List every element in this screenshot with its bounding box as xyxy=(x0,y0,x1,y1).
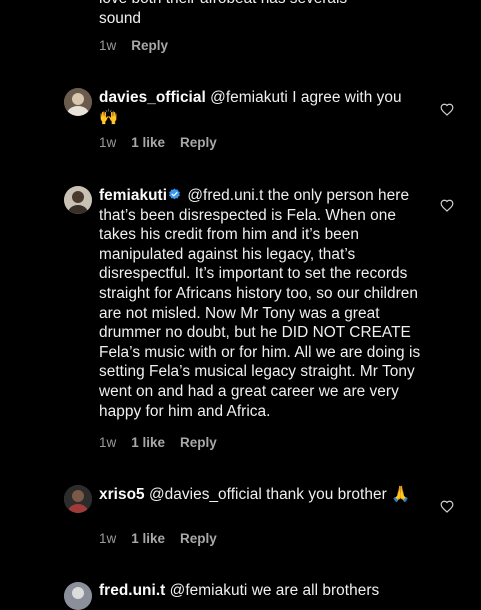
comment-meta: 1w 1 like Reply xyxy=(99,435,232,450)
comment-body: @femiakuti we are all brothers xyxy=(169,582,380,599)
likes-count[interactable]: 1 like xyxy=(131,531,165,546)
reply-button[interactable]: Reply xyxy=(180,135,217,150)
comment-username[interactable]: fred.uni.t xyxy=(99,582,165,599)
avatar[interactable] xyxy=(64,88,92,116)
comment-body: @davies_official thank you brother 🙏 xyxy=(148,486,411,503)
comment-meta: 1w Reply xyxy=(99,38,183,53)
heart-outline-icon[interactable] xyxy=(440,500,454,513)
comment-text-line: love both their afrobeat has severals xyxy=(99,0,421,9)
comment-text: xriso5 @davies_official thank you brothe… xyxy=(99,485,421,505)
comment-time: 1w xyxy=(99,135,117,150)
comment-time: 1w xyxy=(99,531,117,546)
comment-body: @fred.uni.t the only person here that’s … xyxy=(99,187,421,420)
reply-button[interactable]: Reply xyxy=(131,38,168,53)
comment-username[interactable]: femiakuti xyxy=(99,187,167,204)
comment-text-line: sound xyxy=(99,9,141,27)
comment-text: femiakuti @fred.uni.t the only person he… xyxy=(99,186,421,421)
avatar[interactable] xyxy=(64,485,92,513)
avatar[interactable] xyxy=(64,582,92,610)
comment-meta: 1w 1 like Reply xyxy=(99,135,232,150)
comment-time: 1w xyxy=(99,435,117,450)
comment-username[interactable]: xriso5 xyxy=(99,486,145,503)
comment-text: davies_official @femiakuti I agree with … xyxy=(99,88,421,127)
reply-button[interactable]: Reply xyxy=(180,435,217,450)
avatar[interactable] xyxy=(64,186,92,214)
likes-count[interactable]: 1 like xyxy=(131,435,165,450)
comment-meta: 1w 1 like Reply xyxy=(99,531,232,546)
comment-username[interactable]: davies_official xyxy=(99,89,206,106)
comment-text: fred.uni.t @femiakuti we are all brother… xyxy=(99,581,421,601)
comment-text: love both their afrobeat has severals so… xyxy=(99,0,421,28)
heart-outline-icon[interactable] xyxy=(440,103,454,116)
comment-time: 1w xyxy=(99,38,117,53)
heart-outline-icon[interactable] xyxy=(440,199,454,212)
reply-button[interactable]: Reply xyxy=(180,531,217,546)
verified-badge-icon xyxy=(169,188,180,200)
likes-count[interactable]: 1 like xyxy=(131,135,165,150)
